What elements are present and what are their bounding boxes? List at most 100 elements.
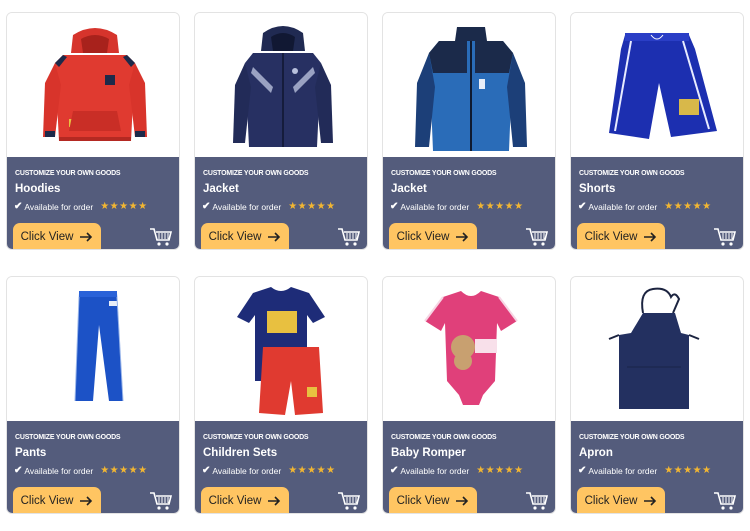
- availability-text: Available for order: [24, 465, 94, 476]
- product-info-panel: CUSTOMIZE YOUR OWN GOODS Shorts ✔ Availa…: [571, 157, 743, 249]
- click-view-button[interactable]: Click View: [389, 487, 477, 513]
- click-view-label: Click View: [584, 495, 638, 507]
- availability-row: ✔ Available for order ★★★★★: [14, 465, 148, 476]
- navy-apron-image: [608, 287, 700, 409]
- product-tagline: CUSTOMIZE YOUR OWN GOODS: [579, 170, 685, 177]
- availability-text: Available for order: [400, 201, 470, 212]
- product-info-panel: CUSTOMIZE YOUR OWN GOODS Pants ✔ Availab…: [7, 421, 179, 513]
- blue-pants-image: [74, 291, 124, 402]
- product-info-panel: CUSTOMIZE YOUR OWN GOODS Jacket ✔ Availa…: [383, 157, 555, 249]
- product-name[interactable]: Pants: [15, 447, 46, 459]
- product-card-baby-romper[interactable]: CUSTOMIZE YOUR OWN GOODS Baby Romper ✔ A…: [382, 276, 556, 514]
- shopping-cart-icon[interactable]: [713, 491, 737, 511]
- product-image-kids-set[interactable]: [195, 277, 367, 421]
- click-view-button[interactable]: Click View: [13, 223, 101, 249]
- product-card-pants[interactable]: CUSTOMIZE YOUR OWN GOODS Pants ✔ Availab…: [6, 276, 180, 514]
- check-icon: ✔: [390, 201, 399, 212]
- availability-text: Available for order: [588, 465, 658, 476]
- product-image-navy-hooded-jacket[interactable]: [195, 13, 367, 157]
- product-tagline: CUSTOMIZE YOUR OWN GOODS: [15, 434, 121, 441]
- product-name[interactable]: Jacket: [391, 183, 427, 195]
- kids-set-image: [237, 287, 325, 415]
- product-card-hoodies[interactable]: CUSTOMIZE YOUR OWN GOODS Hoodies ✔ Avail…: [6, 12, 180, 250]
- arrow-right-icon: [268, 496, 281, 506]
- availability-text: Available for order: [588, 201, 658, 212]
- click-view-label: Click View: [208, 495, 262, 507]
- product-card-jacket-navy[interactable]: CUSTOMIZE YOUR OWN GOODS Jacket ✔ Availa…: [194, 12, 368, 250]
- shopping-cart-icon[interactable]: [337, 491, 361, 511]
- product-tagline: CUSTOMIZE YOUR OWN GOODS: [203, 170, 309, 177]
- product-image-pink-romper[interactable]: [383, 277, 555, 421]
- check-icon: ✔: [14, 201, 23, 212]
- click-view-button[interactable]: Click View: [201, 223, 289, 249]
- product-name[interactable]: Shorts: [579, 183, 615, 195]
- rating-stars: ★★★★★: [288, 465, 336, 476]
- arrow-right-icon: [456, 496, 469, 506]
- product-info-panel: CUSTOMIZE YOUR OWN GOODS Children Sets ✔…: [195, 421, 367, 513]
- click-view-button[interactable]: Click View: [389, 223, 477, 249]
- rating-stars: ★★★★★: [476, 201, 524, 212]
- click-view-button[interactable]: Click View: [577, 223, 665, 249]
- arrow-right-icon: [80, 496, 93, 506]
- shopping-cart-icon[interactable]: [713, 227, 737, 247]
- product-tagline: CUSTOMIZE YOUR OWN GOODS: [203, 434, 309, 441]
- availability-row: ✔ Available for order ★★★★★: [202, 465, 336, 476]
- product-tagline: CUSTOMIZE YOUR OWN GOODS: [391, 434, 497, 441]
- availability-row: ✔ Available for order ★★★★★: [202, 201, 336, 212]
- product-card-jacket-blue[interactable]: CUSTOMIZE YOUR OWN GOODS Jacket ✔ Availa…: [382, 12, 556, 250]
- availability-row: ✔ Available for order ★★★★★: [390, 465, 524, 476]
- rating-stars: ★★★★★: [664, 201, 712, 212]
- blue-jacket-image: [415, 27, 527, 151]
- product-card-shorts[interactable]: CUSTOMIZE YOUR OWN GOODS Shorts ✔ Availa…: [570, 12, 744, 250]
- product-name[interactable]: Baby Romper: [391, 447, 466, 459]
- product-info-panel: CUSTOMIZE YOUR OWN GOODS Hoodies ✔ Avail…: [7, 157, 179, 249]
- arrow-right-icon: [644, 496, 657, 506]
- check-icon: ✔: [578, 465, 587, 476]
- check-icon: ✔: [578, 201, 587, 212]
- product-image-red-hoodie[interactable]: [7, 13, 179, 157]
- rating-stars: ★★★★★: [476, 465, 524, 476]
- availability-text: Available for order: [400, 465, 470, 476]
- click-view-label: Click View: [20, 231, 74, 243]
- product-card-apron[interactable]: CUSTOMIZE YOUR OWN GOODS Apron ✔ Availab…: [570, 276, 744, 514]
- click-view-button[interactable]: Click View: [577, 487, 665, 513]
- product-name[interactable]: Apron: [579, 447, 613, 459]
- click-view-button[interactable]: Click View: [13, 487, 101, 513]
- click-view-label: Click View: [208, 231, 262, 243]
- product-info-panel: CUSTOMIZE YOUR OWN GOODS Jacket ✔ Availa…: [195, 157, 367, 249]
- red-hoodie-image: [43, 28, 147, 141]
- product-tagline: CUSTOMIZE YOUR OWN GOODS: [579, 434, 685, 441]
- availability-row: ✔ Available for order ★★★★★: [578, 201, 712, 212]
- product-image-blue-pants[interactable]: [7, 277, 179, 421]
- product-image-navy-apron[interactable]: [571, 277, 743, 421]
- product-tagline: CUSTOMIZE YOUR OWN GOODS: [391, 170, 497, 177]
- pink-romper-image: [424, 291, 518, 405]
- arrow-right-icon: [644, 232, 657, 242]
- check-icon: ✔: [14, 465, 23, 476]
- product-name[interactable]: Children Sets: [203, 447, 277, 459]
- product-info-panel: CUSTOMIZE YOUR OWN GOODS Apron ✔ Availab…: [571, 421, 743, 513]
- blue-shorts-image: [609, 33, 717, 139]
- product-name[interactable]: Jacket: [203, 183, 239, 195]
- product-card-children-sets[interactable]: CUSTOMIZE YOUR OWN GOODS Children Sets ✔…: [194, 276, 368, 514]
- click-view-button[interactable]: Click View: [201, 487, 289, 513]
- availability-row: ✔ Available for order ★★★★★: [14, 201, 148, 212]
- product-image-blue-zip-jacket[interactable]: [383, 13, 555, 157]
- arrow-right-icon: [456, 232, 469, 242]
- shopping-cart-icon[interactable]: [525, 491, 549, 511]
- click-view-label: Click View: [396, 231, 450, 243]
- navy-jacket-image: [233, 26, 333, 147]
- check-icon: ✔: [202, 201, 211, 212]
- rating-stars: ★★★★★: [664, 465, 712, 476]
- product-image-blue-shorts[interactable]: [571, 13, 743, 157]
- shopping-cart-icon[interactable]: [149, 491, 173, 511]
- shopping-cart-icon[interactable]: [337, 227, 361, 247]
- availability-row: ✔ Available for order ★★★★★: [578, 465, 712, 476]
- product-name[interactable]: Hoodies: [15, 183, 60, 195]
- availability-text: Available for order: [24, 201, 94, 212]
- click-view-label: Click View: [584, 231, 638, 243]
- shopping-cart-icon[interactable]: [525, 227, 549, 247]
- rating-stars: ★★★★★: [288, 201, 336, 212]
- product-tagline: CUSTOMIZE YOUR OWN GOODS: [15, 170, 121, 177]
- shopping-cart-icon[interactable]: [149, 227, 173, 247]
